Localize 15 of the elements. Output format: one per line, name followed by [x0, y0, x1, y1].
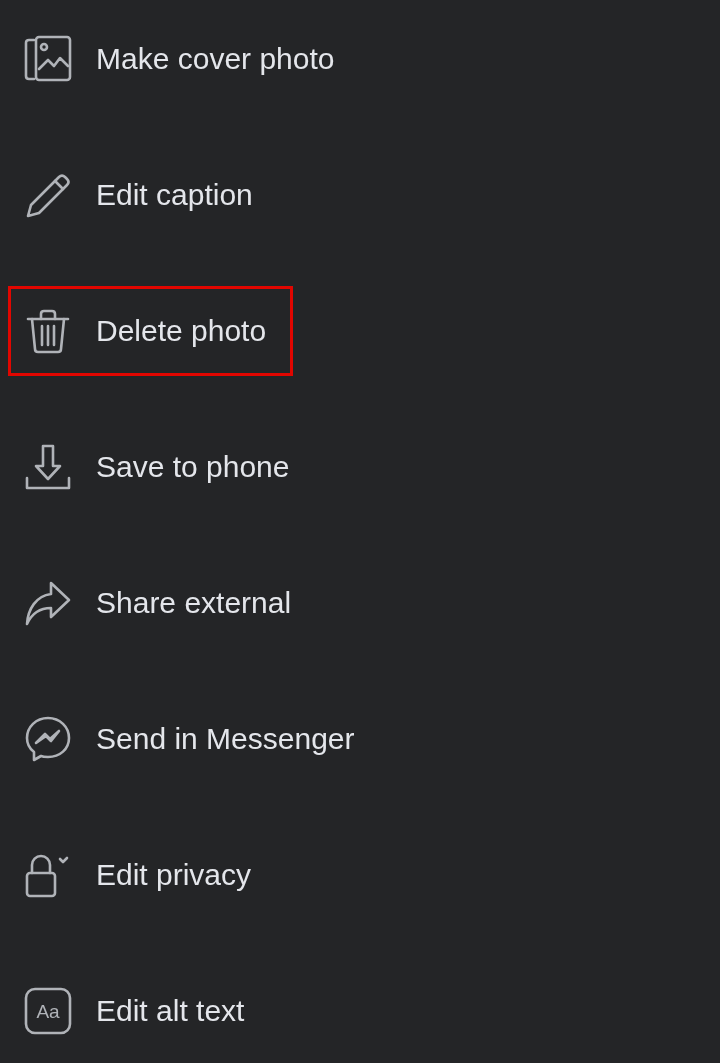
menu-item[interactable]: Edit caption: [8, 150, 280, 240]
menu-item[interactable]: Share external: [8, 558, 319, 648]
download-icon: [24, 443, 72, 491]
alt-text-icon: Aa: [24, 987, 72, 1035]
menu-item[interactable]: Aa Edit alt text: [8, 966, 272, 1056]
menu-item[interactable]: Send in Messenger: [8, 694, 382, 784]
menu-item[interactable]: Edit privacy: [8, 830, 279, 920]
menu-item[interactable]: Make cover photo: [8, 14, 362, 104]
menu-item[interactable]: Save to phone: [8, 422, 317, 512]
trash-icon: [24, 307, 72, 355]
share-arrow-icon: [24, 579, 72, 627]
messenger-icon: [24, 715, 72, 763]
photo-frames-icon: [24, 35, 72, 83]
menu-item[interactable]: Delete photo: [8, 286, 294, 376]
pencil-icon: [24, 171, 72, 219]
